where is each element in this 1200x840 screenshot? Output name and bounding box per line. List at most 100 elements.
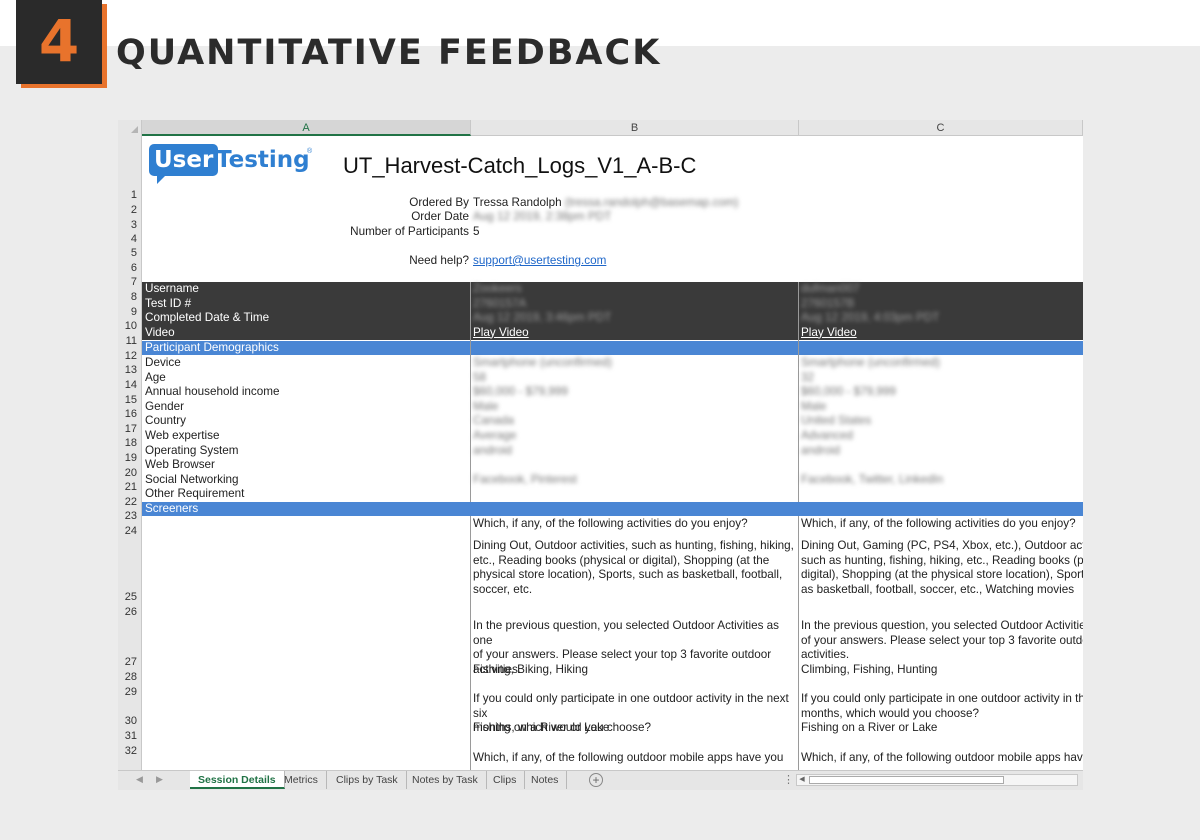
ordered-by-label: Ordered By — [409, 196, 469, 209]
row-header[interactable]: 31 — [118, 729, 141, 743]
tab-metrics[interactable]: Metrics — [276, 771, 327, 789]
order-date-label: Order Date — [411, 210, 469, 223]
row-header[interactable]: 25 — [118, 590, 141, 604]
document-title: UT_Harvest-Catch_Logs_V1_A-B-C — [343, 153, 697, 178]
screener-answer-1-c: Dining Out, Gaming (PC, PS4, Xbox, etc.)… — [801, 539, 1083, 596]
row-header[interactable]: 1 — [118, 188, 141, 202]
tab-clips-by-task[interactable]: Clips by Task — [328, 771, 407, 789]
row-header[interactable]: 19 — [118, 451, 141, 465]
web-expertise-label: Web expertise — [145, 429, 220, 442]
horizontal-scroll-thumb[interactable] — [809, 776, 1004, 784]
add-sheet-icon[interactable]: + — [589, 773, 603, 787]
username-label: Username — [145, 282, 199, 295]
age-label: Age — [145, 371, 166, 384]
column-divider — [470, 282, 471, 770]
horizontal-scrollbar[interactable]: ◀ — [796, 774, 1078, 786]
row-header[interactable]: 22 — [118, 495, 141, 509]
scroll-tabs-left-icon[interactable]: ◀ — [136, 774, 143, 785]
logo-testing-word: Testing — [216, 147, 310, 173]
row-header[interactable]: 32 — [118, 744, 141, 758]
row-header[interactable]: 6 — [118, 261, 141, 275]
participants-value: 5 — [473, 225, 480, 238]
row-header[interactable]: 12 — [118, 349, 141, 363]
other-requirement-label: Other Requirement — [145, 487, 245, 500]
screener-answer-3-c: Fishing on a River or Lake — [801, 721, 938, 734]
column-header-bar: A B C — [118, 120, 1083, 136]
test-id-label: Test ID # — [145, 296, 192, 310]
column-divider — [798, 282, 799, 770]
screener-question-4-c: Which, if any, of the following outdoor … — [801, 751, 1083, 764]
row-header[interactable]: 29 — [118, 685, 141, 699]
tab-notes-by-task[interactable]: Notes by Task — [404, 771, 487, 789]
help-label: Need help? — [409, 254, 469, 267]
device-b: Smartphone (unconfirmed) — [473, 356, 613, 369]
scroll-left-icon[interactable]: ◀ — [797, 775, 807, 785]
order-date-value: Aug 12 2019, 2:38pm PDT — [473, 210, 612, 223]
tab-clips[interactable]: Clips — [485, 771, 526, 789]
screener-answer-3-b: Fishing on a River or Lake — [473, 721, 610, 734]
spreadsheet: A B C 1 2 3 4 5 6 7 8 9 10 11 12 13 14 1… — [118, 120, 1083, 790]
tab-session-details[interactable]: Session Details — [190, 771, 285, 789]
support-email-link[interactable]: support@usertesting.com — [473, 254, 606, 268]
column-header-c[interactable]: C — [799, 120, 1083, 136]
row-header[interactable]: 17 — [118, 422, 141, 436]
sheet-tab-bar: ◀ ▶ Session Details Metrics Clips by Tas… — [118, 770, 1083, 790]
scroll-tabs-right-icon[interactable]: ▶ — [156, 774, 163, 785]
section-number: 4 — [38, 7, 80, 75]
column-header-a[interactable]: A — [142, 120, 471, 136]
row-header[interactable]: 27 — [118, 655, 141, 669]
completed-date-label: Completed Date & Time — [145, 311, 270, 324]
tab-splitter-handle[interactable]: ⋮ — [783, 773, 794, 786]
row-header[interactable]: 20 — [118, 466, 141, 480]
country-b: Canada — [473, 414, 514, 427]
screener-question-4-b: Which, if any, of the following outdoor … — [473, 751, 784, 764]
row-header[interactable]: 2 — [118, 203, 141, 217]
completed-date-b: Aug 12 2019, 3:46pm PDT — [473, 311, 612, 324]
row-header[interactable]: 23 — [118, 509, 141, 523]
row-header[interactable]: 21 — [118, 480, 141, 494]
ordered-by-value: Tressa Randolph (tressa.randolph@basemap… — [473, 196, 738, 210]
row-header[interactable]: 3 — [118, 218, 141, 232]
row-header[interactable]: 9 — [118, 305, 141, 319]
age-b: 58 — [473, 371, 487, 384]
row-header-bar: 1 2 3 4 5 6 7 8 9 10 11 12 13 14 15 16 1… — [118, 136, 142, 787]
os-b: android — [473, 444, 512, 457]
social-networking-label: Social Networking — [145, 473, 239, 486]
tab-notes[interactable]: Notes — [523, 771, 568, 789]
row-header[interactable]: 30 — [118, 714, 141, 728]
column-header-b[interactable]: B — [471, 120, 799, 136]
play-video-link-b[interactable]: Play Video — [473, 326, 529, 341]
test-id-c: 2760157B — [801, 296, 855, 310]
os-label: Operating System — [145, 444, 239, 457]
country-label: Country — [145, 414, 186, 427]
social-networking-c: Facebook, Twitter, LinkedIn — [801, 473, 944, 486]
username-b: Zookeers — [473, 282, 522, 295]
row-header[interactable]: 10 — [118, 319, 141, 333]
screener-question-2-c: In the previous question, you selected O… — [801, 619, 1083, 662]
row-header[interactable]: 15 — [118, 393, 141, 407]
row-header[interactable]: 16 — [118, 407, 141, 421]
row-header[interactable]: 14 — [118, 378, 141, 392]
demographics-header: Participant Demographics — [142, 341, 1083, 355]
row-header[interactable]: 8 — [118, 290, 141, 304]
row-header[interactable]: 13 — [118, 363, 141, 377]
gender-c: Male — [801, 400, 827, 413]
gender-b: Male — [473, 400, 499, 413]
participant-info-band: Username Test ID # Completed Date & Time… — [142, 282, 1083, 340]
row-header[interactable]: 5 — [118, 246, 141, 260]
country-c: United States — [801, 414, 872, 427]
row-header[interactable]: 7 — [118, 275, 141, 289]
select-all-corner[interactable] — [118, 120, 142, 136]
screeners-header: Screeners — [142, 502, 1083, 516]
test-id-b: 2760157A — [473, 296, 527, 310]
play-video-link-c[interactable]: Play Video — [801, 326, 857, 341]
row-header[interactable]: 28 — [118, 670, 141, 684]
row-header[interactable]: 11 — [118, 334, 141, 348]
row-header[interactable]: 24 — [118, 524, 141, 538]
username-c: dufman007 — [801, 282, 860, 295]
row-header[interactable]: 18 — [118, 436, 141, 450]
row-header[interactable]: 4 — [118, 232, 141, 246]
logo-registered-mark: ® — [307, 148, 313, 155]
row-header[interactable]: 26 — [118, 605, 141, 619]
social-networking-b: Facebook, Pinterest — [473, 473, 577, 486]
